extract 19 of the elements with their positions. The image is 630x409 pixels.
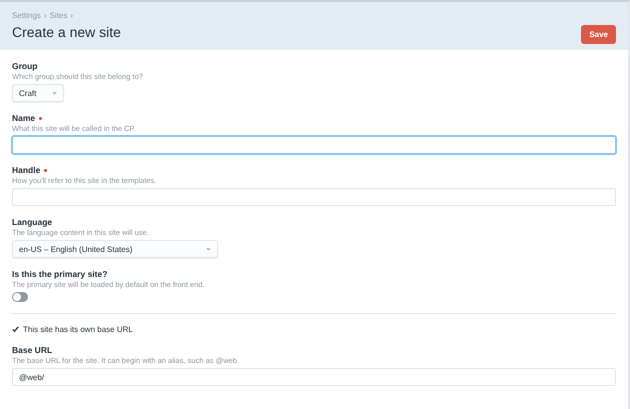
text-field[interactable] <box>12 136 616 154</box>
checkbox-label: This site has its own base URL <box>23 325 133 334</box>
breadcrumb-separator: › <box>44 11 47 20</box>
field-label: Language <box>12 217 52 227</box>
save-button[interactable]: Save <box>581 25 616 44</box>
field-label: Group <box>12 61 38 71</box>
checkbox[interactable] <box>12 326 19 333</box>
page-title: Create a new site <box>12 24 121 40</box>
caret-icon <box>52 91 57 95</box>
breadcrumb-separator: › <box>70 11 74 20</box>
field-label: Is this the primary site? <box>12 269 108 279</box>
field-label: Base URL <box>12 345 52 355</box>
field-label: Name <box>12 113 36 123</box>
text-field[interactable]: @web/ <box>12 368 616 386</box>
toggle-switch[interactable] <box>12 292 28 302</box>
caret-icon <box>206 247 211 251</box>
select-dropdown[interactable]: Craft <box>12 84 64 102</box>
select-dropdown[interactable]: en-US – English (United States) <box>12 240 218 258</box>
field-label: Handle <box>12 165 40 175</box>
